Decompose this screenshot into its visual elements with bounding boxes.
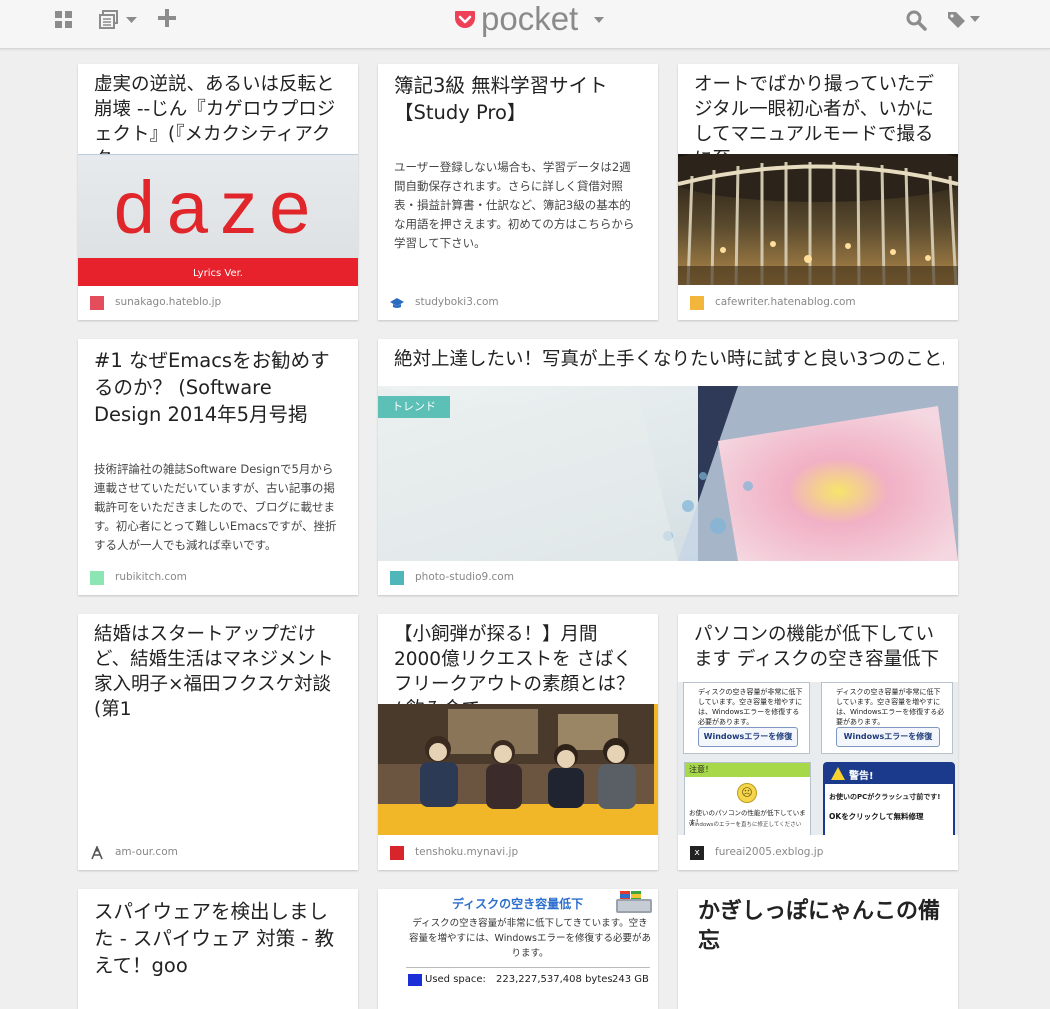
site-favicon-icon bbox=[690, 296, 704, 310]
card-footer: cafewriter.hatenablog.com bbox=[678, 286, 958, 320]
card-title[interactable]: 簿記3級 無料学習サイト【Study Pro】 bbox=[394, 72, 644, 126]
used-space-gb: 243 GB bbox=[612, 974, 649, 985]
caution-subtext: Windowsのエラーを直ちに修正してください bbox=[689, 822, 802, 828]
card-thumbnail[interactable]: daze Lyrics Ver. bbox=[78, 154, 358, 286]
card-thumbnail[interactable] bbox=[378, 704, 658, 835]
card-title[interactable]: 結婚はスタートアップだけど、結婚生活はマネジメント 家入明子×福田フクスケ対談(… bbox=[94, 622, 344, 722]
site-favicon-icon: x bbox=[690, 846, 704, 860]
graduation-cap-icon bbox=[390, 298, 404, 308]
list-icon[interactable] bbox=[99, 10, 137, 30]
card-footer: tenshoku.mynavi.jp bbox=[378, 836, 658, 870]
article-card[interactable]: スパイウェアを検出しました - スパイウェア 対策 - 教えて！goo bbox=[78, 889, 358, 1009]
alert-text: お使いのPCがクラッシュ寸前です! bbox=[829, 793, 941, 801]
used-space-label: Used space: bbox=[425, 974, 486, 985]
plus-icon[interactable] bbox=[157, 8, 177, 30]
card-footer: x fureai2005.exblog.jp bbox=[678, 836, 958, 870]
card-title[interactable]: 絶対上達したい！写真が上手くなりたい時に試すと良い3つのこと。 bbox=[394, 347, 944, 372]
top-bar: pocket bbox=[0, 0, 1050, 49]
alert-box: 警告! お使いのPCがクラッシュ寸前です! OKをクリックして無料修理 bbox=[823, 762, 955, 835]
article-card[interactable]: ディスクの空き容量低下 ディスクの空き容量が非常に低下してきています。空き容量を… bbox=[378, 889, 658, 1009]
article-card[interactable]: 絶対上達したい！写真が上手くなりたい時に試すと良い3つのこと。 トレンド pho… bbox=[378, 339, 958, 595]
card-footer: photo-studio9.com bbox=[378, 561, 958, 595]
alert-header: 警告! bbox=[825, 764, 953, 784]
article-card[interactable]: オートでばかり撮っていたデジタル一眼初心者が、いかにしてマニュアルモードで撮るに… bbox=[678, 64, 958, 320]
card-title[interactable]: スパイウェアを検出しました - スパイウェア 対策 - 教えて！goo bbox=[94, 898, 344, 979]
article-card[interactable]: 虚実の逆説、あるいは反転と崩壊 --じん『カゲロウプロジェクト』(『メカクシティ… bbox=[78, 64, 358, 320]
article-card[interactable]: パソコンの機能が低下しています ディスクの空き容量低下 ディスクの空き容量が非常… bbox=[678, 614, 958, 870]
card-domain[interactable]: photo-studio9.com bbox=[415, 571, 514, 583]
card-domain[interactable]: tenshoku.mynavi.jp bbox=[415, 846, 518, 858]
card-title[interactable]: #1 なぜEmacsをお勧めするのか？ (Software Design 201… bbox=[94, 347, 344, 428]
warning-box: ディスクの空き容量が非常に低下しています。空き容量を増やすには、Windowsエ… bbox=[821, 682, 953, 754]
warning-icon bbox=[831, 767, 845, 780]
card-footer: rubikitch.com bbox=[78, 561, 358, 595]
warning-box-text: ディスクの空き容量が非常に低下しています。空き容量を増やすには、Windowsエ… bbox=[836, 688, 945, 726]
card-domain[interactable]: cafewriter.hatenablog.com bbox=[715, 296, 856, 308]
thumbnail-subtext: Lyrics Ver. bbox=[193, 268, 243, 279]
card-footer: studyboki3.com bbox=[378, 286, 658, 320]
article-card[interactable]: 簿記3級 無料学習サイト【Study Pro】 ユーザー登録しない場合も、学習デ… bbox=[378, 64, 658, 320]
warning-box-text: ディスクの空き容量が非常に低下しています。空き容量を増やすには、Windowsエ… bbox=[698, 688, 803, 726]
caution-box: 注意！ ☹ お使いのパソコンの性能が低下しています！ Windowsのエラーを直… bbox=[684, 762, 811, 835]
repair-button: Windowsエラーを修復 bbox=[836, 727, 940, 747]
card-footer: sunakago.hateblo.jp bbox=[78, 286, 358, 320]
warning-box: ディスクの空き容量が非常に低下しています。空き容量を増やすには、Windowsエ… bbox=[683, 682, 810, 754]
card-domain[interactable]: fureai2005.exblog.jp bbox=[715, 846, 823, 858]
card-domain[interactable]: rubikitch.com bbox=[115, 571, 187, 583]
article-card[interactable]: かぎしっぽにゃんこの備忘 bbox=[678, 889, 958, 1009]
brand-name: pocket bbox=[481, 0, 579, 37]
trend-badge[interactable]: トレンド bbox=[378, 396, 450, 418]
used-space-swatch bbox=[408, 974, 422, 986]
card-domain[interactable]: am-our.com bbox=[115, 846, 178, 858]
used-space-bytes: 223,227,537,408 bytes bbox=[496, 974, 613, 985]
card-title[interactable]: かぎしっぽにゃんこの備忘 bbox=[698, 897, 944, 957]
card-thumbnail[interactable]: ディスクの空き容量が非常に低下しています。空き容量を増やすには、Windowsエ… bbox=[678, 682, 958, 835]
hard-drive-icon bbox=[616, 891, 652, 913]
site-favicon-icon bbox=[390, 571, 404, 585]
search-icon[interactable] bbox=[905, 9, 927, 31]
article-card[interactable]: 結婚はスタートアップだけど、結婚生活はマネジメント 家入明子×福田フクスケ対談(… bbox=[78, 614, 358, 870]
grid-icon[interactable] bbox=[55, 11, 73, 29]
card-excerpt: ユーザー登録しない場合も、学習データは2週間自動保存されます。さらに詳しく貸借対… bbox=[394, 160, 635, 250]
card-domain[interactable]: sunakago.hateblo.jp bbox=[115, 296, 221, 308]
site-favicon-icon bbox=[90, 571, 104, 585]
card-thumbnail[interactable]: ディスクの空き容量低下 ディスクの空き容量が非常に低下してきています。空き容量を… bbox=[378, 889, 658, 1009]
site-favicon-icon bbox=[91, 846, 103, 860]
alert-subtext: OKをクリックして無料修理 bbox=[829, 812, 924, 821]
caution-title: 注意！ bbox=[685, 763, 810, 777]
site-favicon-icon bbox=[90, 296, 104, 310]
disk-heading: ディスクの空き容量低下 bbox=[452, 897, 584, 911]
sad-face-icon: ☹ bbox=[737, 783, 757, 803]
disk-text: ディスクの空き容量が非常に低下してきています。空き容量を増やすには、Window… bbox=[409, 918, 651, 959]
card-excerpt: 技術評論社の雑誌Software Designで5月から連載させていただいていま… bbox=[94, 462, 337, 552]
site-favicon-icon bbox=[390, 846, 404, 860]
card-domain[interactable]: studyboki3.com bbox=[415, 296, 499, 308]
divider bbox=[406, 967, 650, 968]
article-card[interactable]: #1 なぜEmacsをお勧めするのか？ (Software Design 201… bbox=[78, 339, 358, 595]
tag-icon[interactable] bbox=[947, 9, 981, 29]
card-thumbnail[interactable]: トレンド bbox=[378, 386, 958, 561]
thumbnail-text: daze bbox=[113, 166, 323, 249]
alert-title: 警告! bbox=[849, 771, 874, 782]
chevron-down-icon bbox=[126, 17, 137, 23]
card-title[interactable]: パソコンの機能が低下しています ディスクの空き容量低下 bbox=[694, 622, 944, 672]
card-thumbnail[interactable] bbox=[678, 154, 958, 285]
chevron-down-icon[interactable] bbox=[594, 16, 604, 24]
pocket-logo-icon bbox=[455, 11, 475, 28]
repair-button: Windowsエラーを修復 bbox=[698, 727, 798, 747]
card-footer: am-our.com bbox=[78, 836, 358, 870]
article-card[interactable]: 【小飼弾が探る！】月間2000億リクエストを さばくフリークアウトの素顔とは？ … bbox=[378, 614, 658, 870]
